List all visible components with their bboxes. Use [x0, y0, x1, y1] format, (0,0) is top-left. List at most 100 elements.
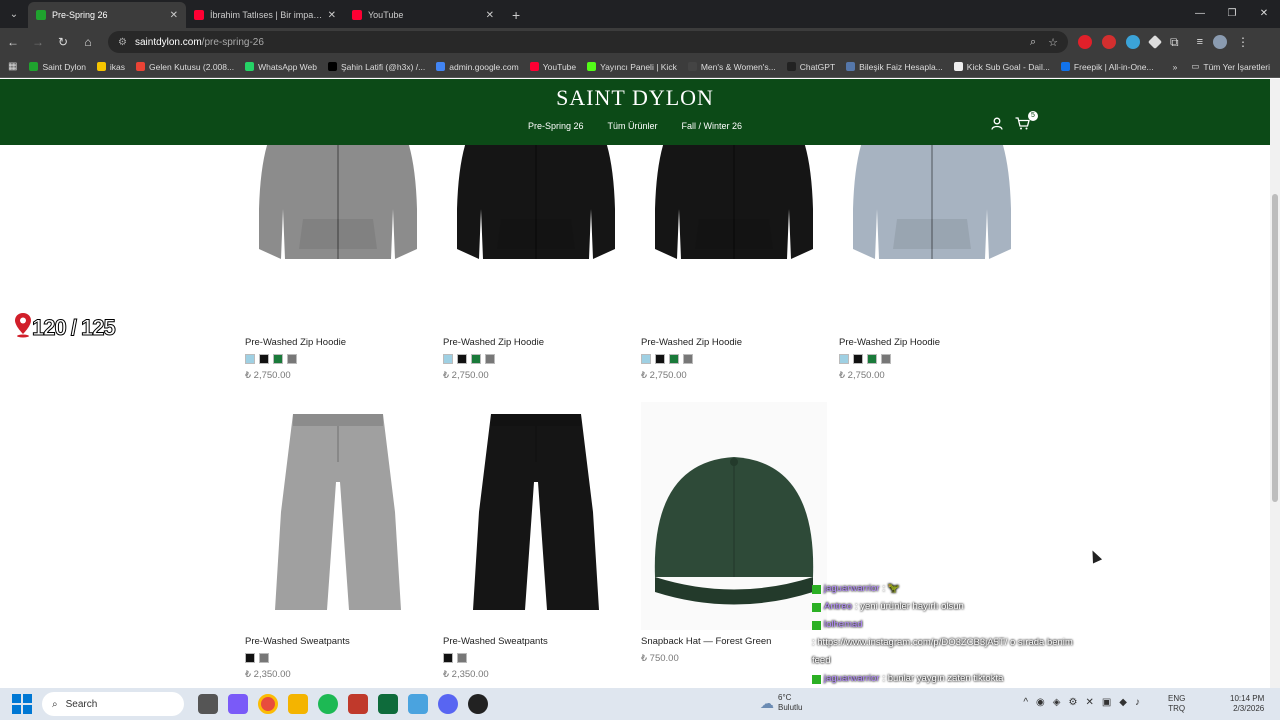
address-bar[interactable]: ⚙ saintdylon.com/pre-spring-26 ⌕ ☆ [108, 31, 1068, 53]
app-icon[interactable] [408, 694, 428, 714]
tray-app-icon[interactable]: ◆ [1119, 697, 1127, 708]
product-name[interactable]: Pre-Washed Sweatpants [443, 636, 629, 647]
color-swatch[interactable] [273, 354, 283, 364]
color-swatch[interactable] [683, 354, 693, 364]
bookmark-item[interactable]: Kick Sub Goal - Dail... [953, 62, 1050, 72]
bookmark-item[interactable]: Şahin Latifi (@h3x) /... [328, 62, 425, 72]
app-icon[interactable] [348, 694, 368, 714]
reload-icon[interactable]: ↻ [51, 30, 75, 54]
product-card[interactable]: Pre-Washed Zip Hoodie ₺ 2,750.00 [245, 145, 431, 381]
discord-icon[interactable] [438, 694, 458, 714]
color-swatch[interactable] [443, 354, 453, 364]
color-swatch[interactable] [655, 354, 665, 364]
close-tab-icon[interactable]: ✕ [486, 10, 494, 21]
bookmark-star-icon[interactable]: ☆ [1048, 36, 1058, 49]
windows-start-icon[interactable] [12, 694, 32, 714]
close-window-icon[interactable]: ✕ [1248, 0, 1280, 26]
browser-tab[interactable]: Pre-Spring 26 ✕ [28, 2, 186, 28]
bookmark-item[interactable]: ikas [96, 62, 125, 72]
product-image[interactable] [245, 145, 431, 331]
chrome-icon[interactable] [258, 694, 278, 714]
product-image[interactable] [245, 402, 431, 630]
bookmark-item[interactable]: Gelen Kutusu (2.008... [136, 62, 234, 72]
bookmark-item[interactable]: Bileşik Faiz Hesapla... [846, 62, 943, 72]
extension-icon[interactable] [1078, 35, 1092, 49]
product-name[interactable]: Pre-Washed Zip Hoodie [839, 337, 1025, 348]
forward-icon[interactable]: → [26, 30, 50, 54]
account-icon[interactable] [991, 117, 1003, 133]
excel-icon[interactable] [378, 694, 398, 714]
color-swatch[interactable] [641, 354, 651, 364]
product-name[interactable]: Snapback Hat — Forest Green [641, 636, 827, 647]
obs-icon[interactable] [468, 694, 488, 714]
all-bookmarks-link[interactable]: Tüm Yer İşaretleri [1203, 62, 1270, 72]
color-swatch[interactable] [669, 354, 679, 364]
product-card[interactable]: Pre-Washed Sweatpants ₺ 2,350.00 [245, 402, 431, 680]
steam-icon[interactable]: ⚙ [1068, 697, 1077, 708]
product-image[interactable] [641, 145, 827, 331]
color-swatch[interactable] [287, 354, 297, 364]
site-info-icon[interactable]: ⚙ [118, 37, 127, 48]
color-swatch[interactable] [245, 354, 255, 364]
file-explorer-icon[interactable] [288, 694, 308, 714]
browser-tab[interactable]: YouTube ✕ [344, 2, 502, 28]
taskbar-search[interactable]: ⌕ Search [42, 692, 184, 716]
home-icon[interactable]: ⌂ [76, 30, 100, 54]
extension-icon[interactable] [1102, 35, 1116, 49]
cart-icon[interactable]: 5 [1015, 111, 1038, 133]
maximize-icon[interactable]: ❐ [1216, 0, 1248, 26]
bookmark-item[interactable]: WhatsApp Web [245, 62, 317, 72]
bookmark-item[interactable]: ChatGPT [786, 62, 835, 72]
language-indicator[interactable]: ENG TRQ [1168, 694, 1185, 714]
scrollbar-thumb[interactable] [1272, 194, 1278, 502]
product-image[interactable] [443, 145, 629, 331]
bookmark-item[interactable]: Yayıncı Paneli | Kick [587, 62, 677, 72]
microphone-icon[interactable]: ♪ [1135, 697, 1140, 708]
color-swatch[interactable] [457, 354, 467, 364]
extension-icon[interactable] [1147, 34, 1163, 50]
color-swatch[interactable] [853, 354, 863, 364]
color-swatch[interactable] [259, 653, 269, 663]
tray-app-icon[interactable]: ▣ [1102, 697, 1111, 708]
new-tab-button[interactable]: + [512, 7, 520, 23]
task-view-icon[interactable] [198, 694, 218, 714]
close-tab-icon[interactable]: ✕ [170, 10, 178, 21]
reading-list-icon[interactable]: ≡ [1197, 36, 1203, 48]
product-name[interactable]: Pre-Washed Zip Hoodie [245, 337, 431, 348]
x-icon[interactable]: ✕ [1085, 697, 1093, 708]
nav-all-products[interactable]: Tüm Ürünler [607, 121, 657, 131]
bookmark-item[interactable]: YouTube [529, 62, 576, 72]
color-swatch[interactable] [839, 354, 849, 364]
site-logo[interactable]: SAINT DYLON [0, 85, 1270, 111]
color-swatch[interactable] [471, 354, 481, 364]
copilot-icon[interactable] [228, 694, 248, 714]
close-tab-icon[interactable]: ✕ [328, 10, 336, 21]
product-card[interactable]: Snapback Hat — Forest Green ₺ 750.00 [641, 402, 827, 664]
spotify-icon[interactable] [318, 694, 338, 714]
color-swatch[interactable] [485, 354, 495, 364]
bookmark-item[interactable]: admin.google.com [436, 62, 519, 72]
profile-avatar[interactable] [1213, 35, 1227, 49]
apps-grid-icon[interactable]: ▦ [8, 61, 17, 72]
tray-app-icon[interactable]: ◈ [1053, 697, 1061, 708]
nav-fall-winter[interactable]: Fall / Winter 26 [682, 121, 743, 131]
product-name[interactable]: Pre-Washed Sweatpants [245, 636, 431, 647]
tray-chevron-icon[interactable]: ^ [1023, 697, 1028, 708]
bookmark-item[interactable]: Men's & Women's... [687, 62, 776, 72]
product-card[interactable]: Pre-Washed Zip Hoodie ₺ 2,750.00 [839, 145, 1025, 381]
extensions-puzzle-icon[interactable]: ⧉ [1170, 35, 1179, 50]
color-swatch[interactable] [259, 354, 269, 364]
nav-pre-spring[interactable]: Pre-Spring 26 [528, 121, 584, 131]
product-card[interactable]: Pre-Washed Zip Hoodie ₺ 2,750.00 [443, 145, 629, 381]
product-image[interactable] [443, 402, 629, 630]
menu-icon[interactable]: ⋮ [1237, 35, 1249, 49]
clock[interactable]: 10:14 PM 2/3/2026 [1230, 694, 1264, 714]
tab-search-icon[interactable]: ⌄ [2, 2, 26, 26]
back-icon[interactable]: ← [1, 30, 25, 54]
tray-app-icon[interactable]: ◉ [1036, 697, 1045, 708]
product-card[interactable]: Pre-Washed Zip Hoodie ₺ 2,750.00 [641, 145, 827, 381]
product-image[interactable] [641, 402, 827, 630]
zoom-icon[interactable]: ⌕ [1030, 36, 1036, 49]
page-scrollbar[interactable] [1270, 79, 1280, 688]
bookmarks-overflow-icon[interactable]: » [1173, 62, 1178, 72]
